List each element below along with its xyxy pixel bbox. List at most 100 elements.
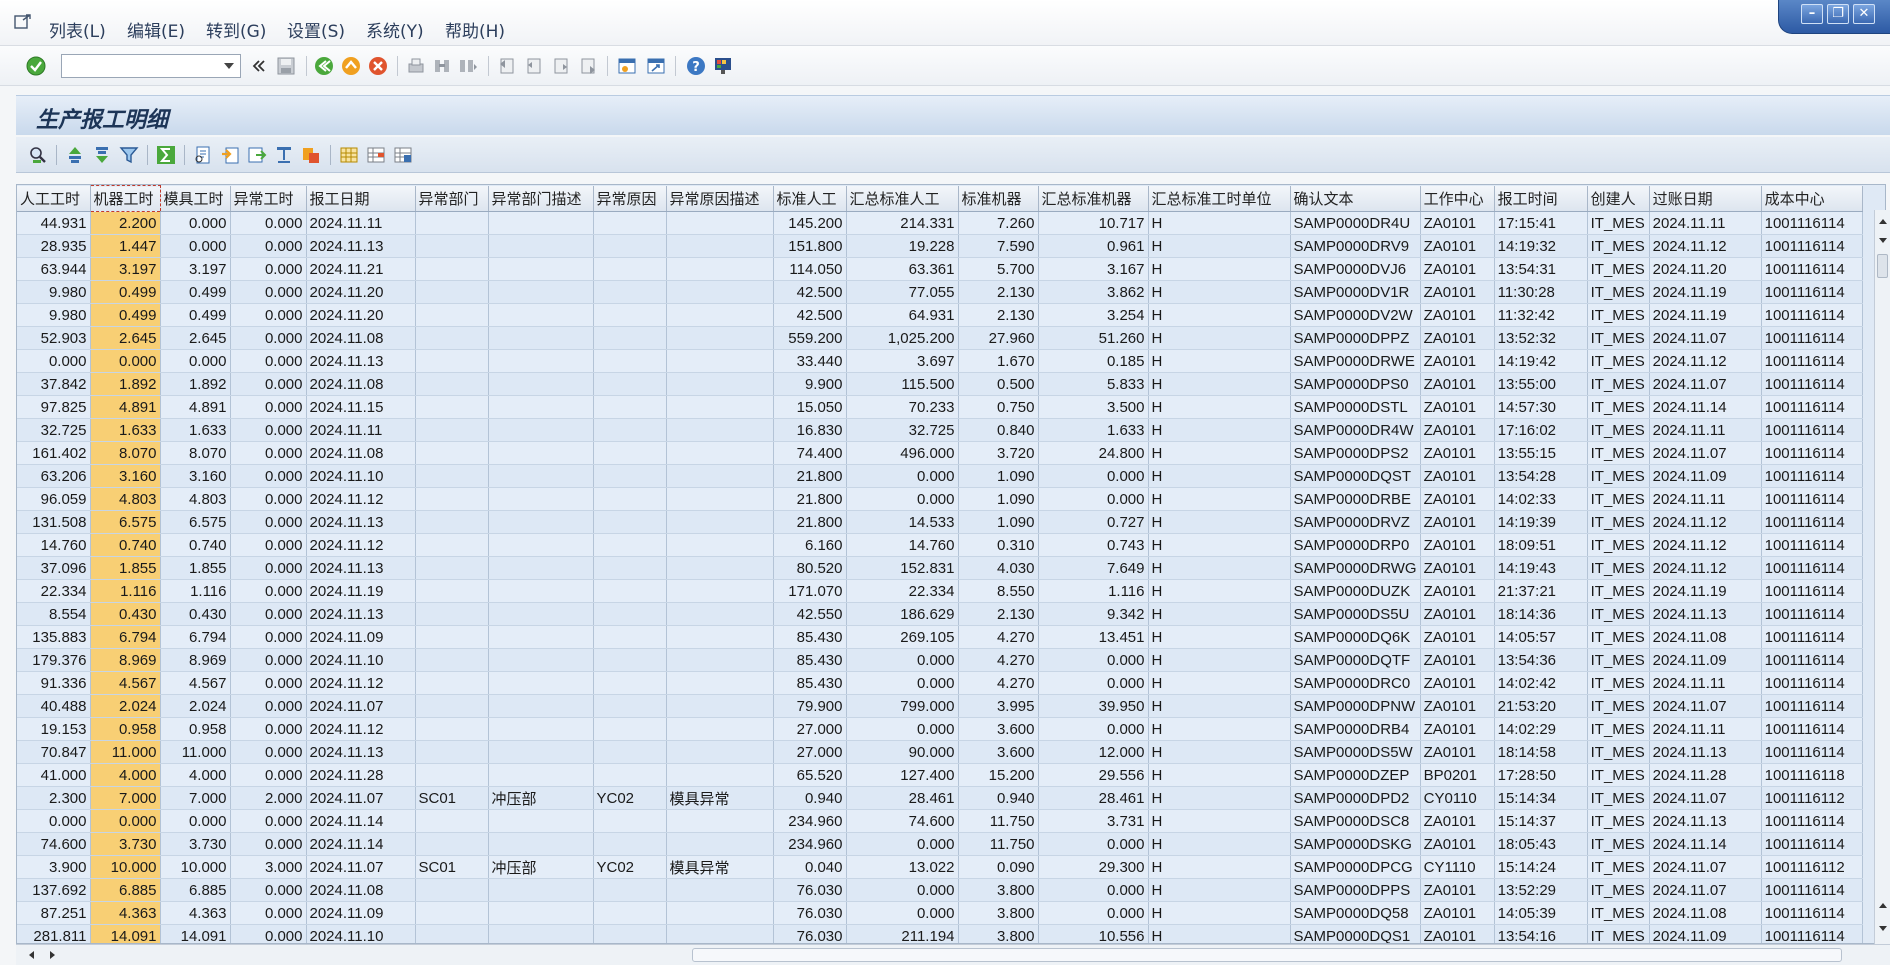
menu-list[interactable]: 列表(L) — [49, 17, 106, 42]
table-cell[interactable] — [666, 625, 774, 649]
table-cell[interactable]: SAMP0000DQST — [1290, 464, 1421, 488]
table-cell[interactable]: 76.030 — [773, 924, 847, 943]
table-cell[interactable]: 1001116114 — [1761, 924, 1863, 943]
table-cell[interactable]: 18:14:36 — [1494, 602, 1588, 626]
table-cell[interactable]: 8.070 — [90, 441, 161, 465]
table-row[interactable]: 0.000 0.000 0.000 0.000 2024.11.14 234.960 74.… — [17, 809, 1863, 833]
table-cell[interactable]: 51.260 — [1038, 326, 1149, 350]
table-cell[interactable]: 冲压部 — [488, 855, 594, 879]
shortcut-icon[interactable] — [646, 56, 666, 76]
table-cell[interactable] — [488, 280, 594, 304]
table-cell[interactable]: H — [1148, 763, 1291, 787]
scroll-left-icon[interactable] — [26, 949, 38, 961]
table-cell[interactable]: 0.499 — [90, 303, 161, 327]
table-cell[interactable] — [415, 418, 489, 442]
table-cell[interactable]: 2024.11.13 — [306, 740, 416, 764]
table-cell[interactable]: 2024.11.12 — [1649, 234, 1762, 258]
table-cell[interactable] — [593, 510, 667, 534]
customize-layout-icon[interactable] — [713, 56, 733, 76]
table-cell[interactable]: 0.940 — [958, 786, 1039, 810]
table-row[interactable]: 70.847 11.000 11.000 0.000 2024.11.13 27.000 9… — [17, 740, 1863, 764]
table-cell[interactable]: 52.903 — [17, 326, 91, 350]
table-cell[interactable]: 1001116114 — [1761, 349, 1863, 373]
table-cell[interactable]: 70.233 — [846, 395, 959, 419]
table-cell[interactable]: 0.000 — [230, 602, 307, 626]
table-cell[interactable]: 27.000 — [773, 717, 847, 741]
table-cell[interactable]: 1001116114 — [1761, 257, 1863, 281]
table-cell[interactable]: SAMP0000DS5W — [1290, 740, 1421, 764]
table-cell[interactable] — [488, 510, 594, 534]
table-cell[interactable] — [666, 349, 774, 373]
table-cell[interactable]: SAMP0000DRWE — [1290, 349, 1421, 373]
table-row[interactable]: 3.900 10.000 10.000 3.000 2024.11.07 SC01 冲压部 Y… — [17, 855, 1863, 879]
column-header[interactable]: 异常部门 — [415, 185, 489, 212]
table-cell[interactable]: SAMP0000DQS1 — [1290, 924, 1421, 943]
table-cell[interactable]: 4.891 — [160, 395, 231, 419]
table-cell[interactable] — [593, 579, 667, 603]
table-cell[interactable]: 77.055 — [846, 280, 959, 304]
table-row[interactable]: 0.000 0.000 0.000 0.000 2024.11.13 33.440 3.69… — [17, 349, 1863, 373]
table-cell[interactable]: IT_MES — [1587, 924, 1650, 943]
table-cell[interactable]: 0.743 — [1038, 533, 1149, 557]
table-cell[interactable] — [593, 602, 667, 626]
table-cell[interactable]: SAMP0000DPCG — [1290, 855, 1421, 879]
send-icon[interactable] — [247, 145, 267, 165]
table-cell[interactable]: 234.960 — [773, 832, 847, 856]
table-cell[interactable]: 7.000 — [90, 786, 161, 810]
table-cell[interactable]: 2024.11.19 — [1649, 579, 1762, 603]
find-next-icon[interactable] — [458, 56, 478, 76]
table-cell[interactable]: IT_MES — [1587, 372, 1650, 396]
table-cell[interactable]: ZA0101 — [1420, 809, 1495, 833]
table-cell[interactable]: 11:30:28 — [1494, 280, 1588, 304]
table-cell[interactable]: 0.840 — [958, 418, 1039, 442]
scroll-right-icon[interactable] — [46, 949, 58, 961]
table-cell[interactable]: 0.430 — [160, 602, 231, 626]
table-cell[interactable]: 14.091 — [90, 924, 161, 943]
table-cell[interactable]: 28.461 — [846, 786, 959, 810]
table-cell[interactable] — [666, 441, 774, 465]
table-cell[interactable] — [593, 832, 667, 856]
table-cell[interactable]: SC01 — [415, 855, 489, 879]
table-cell[interactable] — [593, 763, 667, 787]
table-row[interactable]: 179.376 8.969 8.969 0.000 2024.11.10 85.430 0.… — [17, 648, 1863, 672]
table-cell[interactable]: 0.000 — [230, 303, 307, 327]
table-cell[interactable]: 15:14:34 — [1494, 786, 1588, 810]
back-icon[interactable] — [314, 56, 334, 76]
table-cell[interactable]: 2024.11.08 — [1649, 625, 1762, 649]
details-icon[interactable] — [28, 145, 48, 165]
table-cell[interactable]: 0.500 — [958, 372, 1039, 396]
table-cell[interactable]: 6.885 — [160, 878, 231, 902]
table-cell[interactable]: 28.935 — [17, 234, 91, 258]
table-cell[interactable]: 90.000 — [846, 740, 959, 764]
table-cell[interactable] — [415, 717, 489, 741]
table-cell[interactable]: 37.842 — [17, 372, 91, 396]
table-cell[interactable]: 15:14:37 — [1494, 809, 1588, 833]
table-cell[interactable]: 2024.11.07 — [1649, 326, 1762, 350]
table-row[interactable]: 96.059 4.803 4.803 0.000 2024.11.12 21.800 0.0… — [17, 487, 1863, 511]
scroll-page-down-icon[interactable] — [1877, 922, 1889, 934]
table-cell[interactable] — [488, 487, 594, 511]
table-cell[interactable]: 0.000 — [230, 717, 307, 741]
table-cell[interactable] — [666, 809, 774, 833]
table-cell[interactable]: 4.567 — [90, 671, 161, 695]
table-cell[interactable]: H — [1148, 326, 1291, 350]
table-cell[interactable]: 5.700 — [958, 257, 1039, 281]
table-cell[interactable]: 2024.11.08 — [306, 326, 416, 350]
export-icon[interactable] — [220, 145, 240, 165]
table-cell[interactable]: 2024.11.12 — [1649, 349, 1762, 373]
restore-icon[interactable]: ❐ — [1827, 4, 1849, 24]
table-cell[interactable]: ZA0101 — [1420, 303, 1495, 327]
table-cell[interactable] — [415, 763, 489, 787]
table-cell[interactable]: IT_MES — [1587, 533, 1650, 557]
filter-icon[interactable] — [119, 145, 139, 165]
table-cell[interactable]: ZA0101 — [1420, 556, 1495, 580]
table-cell[interactable]: 0.000 — [1038, 717, 1149, 741]
table-cell[interactable]: 2024.11.08 — [306, 878, 416, 902]
table-cell[interactable]: SAMP0000DRP0 — [1290, 533, 1421, 557]
table-cell[interactable]: SAMP0000DPPS — [1290, 878, 1421, 902]
table-cell[interactable]: SAMP0000DPD2 — [1290, 786, 1421, 810]
table-cell[interactable]: 3.500 — [1038, 395, 1149, 419]
table-row[interactable]: 44.931 2.200 0.000 0.000 2024.11.11 145.200 21… — [17, 211, 1863, 235]
table-cell[interactable]: 14:19:39 — [1494, 510, 1588, 534]
table-cell[interactable] — [415, 372, 489, 396]
